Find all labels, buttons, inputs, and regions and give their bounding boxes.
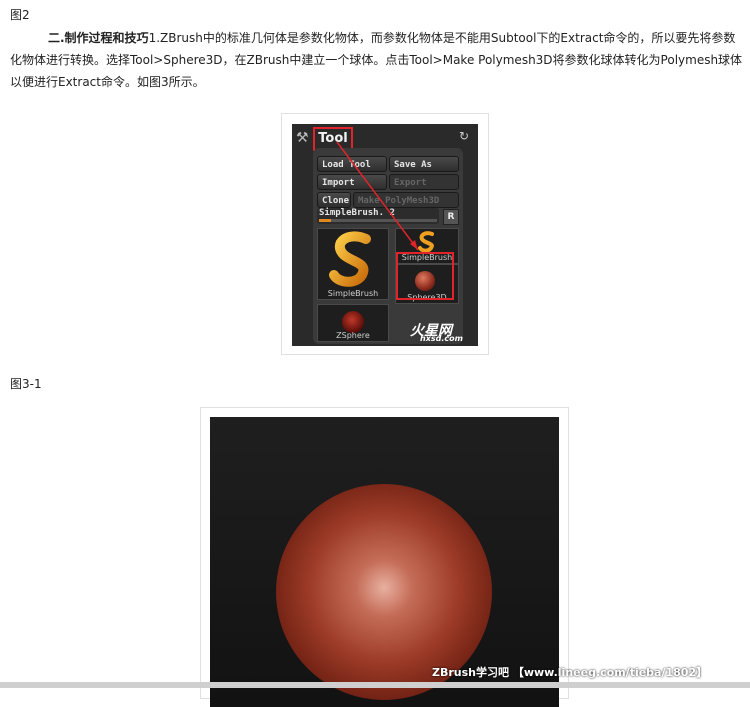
- arrow-annotation: [336, 141, 419, 251]
- figure-2-caption: 图2: [10, 8, 30, 22]
- render-watermark: ZBrush学习吧 【www.lineeg.com/tieba/1802】: [432, 666, 708, 679]
- figure-sphere-render: [200, 407, 569, 707]
- hxsd-url: hxsd.com: [420, 334, 463, 343]
- section-heading: 二.制作过程和技巧: [48, 31, 149, 45]
- zbrush-tool-palette: ⚒ Tool ↻ Load Tool Save As Import Export…: [292, 124, 478, 346]
- figure-tool-panel: ⚒ Tool ↻ Load Tool Save As Import Export…: [281, 113, 489, 355]
- article-paragraph: 二.制作过程和技巧1.ZBrush中的标准几何体是参数化物体，而参数化物体是不能…: [10, 27, 746, 93]
- figure-3-1-caption: 图3-1: [10, 377, 42, 391]
- page-bottom-edge: [0, 682, 750, 688]
